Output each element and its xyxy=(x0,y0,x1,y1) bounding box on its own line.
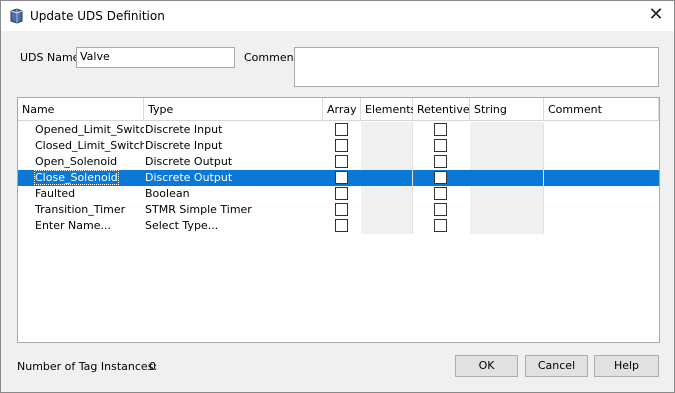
dialog-window: Update UDS Definition ✕ UDS Name Valve C… xyxy=(0,0,675,393)
array-cell xyxy=(323,202,361,218)
member-name-cell[interactable]: Closed_Limit_Switch xyxy=(18,138,144,154)
retentive-cell xyxy=(413,170,470,186)
retentive-checkbox[interactable] xyxy=(434,155,447,168)
array-cell xyxy=(323,122,361,138)
array-checkbox[interactable] xyxy=(335,123,348,136)
uds-name-label: UDS Name xyxy=(20,51,80,64)
member-name-cell[interactable]: Enter Name... xyxy=(18,218,144,234)
retentive-cell xyxy=(413,202,470,218)
comment-input[interactable] xyxy=(294,47,659,87)
retentive-checkbox[interactable] xyxy=(434,171,447,184)
elements-cell[interactable] xyxy=(361,154,413,170)
member-name-cell[interactable]: Open_Solenoid xyxy=(18,154,144,170)
member-name: Opened_Limit_Switch xyxy=(35,123,144,136)
array-cell xyxy=(323,170,361,186)
column-elements-header[interactable]: Elements xyxy=(361,98,416,121)
string-length-cell[interactable] xyxy=(470,218,544,234)
member-name: Transition_Timer xyxy=(35,203,126,216)
string-length-cell[interactable] xyxy=(470,122,544,138)
retentive-checkbox[interactable] xyxy=(434,203,447,216)
elements-cell[interactable] xyxy=(361,202,413,218)
array-checkbox[interactable] xyxy=(335,203,348,216)
comment-cell[interactable] xyxy=(544,170,659,186)
table-row[interactable]: Faulted Boolean xyxy=(18,186,659,202)
array-cell xyxy=(323,138,361,154)
member-type-cell[interactable]: Select Type... xyxy=(144,218,323,234)
comment-cell[interactable] xyxy=(544,122,659,138)
member-type-cell[interactable]: Discrete Input xyxy=(144,122,323,138)
array-cell xyxy=(323,218,361,234)
close-icon[interactable]: ✕ xyxy=(646,5,666,25)
retentive-checkbox[interactable] xyxy=(434,219,447,232)
column-string-length-header[interactable]: String Length xyxy=(470,98,544,139)
array-checkbox[interactable] xyxy=(335,187,348,200)
cancel-button[interactable]: Cancel xyxy=(525,355,588,377)
string-length-cell[interactable] xyxy=(470,202,544,218)
retentive-cell xyxy=(413,138,470,154)
uds-name-input[interactable]: Valve xyxy=(76,47,235,68)
retentive-checkbox[interactable] xyxy=(434,139,447,152)
window-title: Update UDS Definition xyxy=(30,9,165,23)
array-checkbox[interactable] xyxy=(335,155,348,168)
string-length-cell[interactable] xyxy=(470,154,544,170)
column-array-header[interactable]: Array xyxy=(323,98,361,121)
member-type-cell[interactable]: Discrete Output xyxy=(144,170,323,186)
member-name: Closed_Limit_Switch xyxy=(35,139,144,152)
table-row[interactable]: Enter Name... Select Type... xyxy=(18,218,659,234)
member-type-cell[interactable]: STMR Simple Timer xyxy=(144,202,323,218)
member-name: Open_Solenoid xyxy=(35,155,118,168)
title-bar: Update UDS Definition ✕ xyxy=(1,1,674,31)
help-button[interactable]: Help xyxy=(594,355,659,377)
array-checkbox[interactable] xyxy=(335,171,348,184)
tag-instances-value: 0 xyxy=(149,360,156,373)
table-row[interactable]: Open_Solenoid Discrete Output xyxy=(18,154,659,170)
array-cell xyxy=(323,186,361,202)
table-row[interactable]: Close_Solenoid Discrete Output xyxy=(18,170,659,186)
elements-cell[interactable] xyxy=(361,186,413,202)
member-table: NameTypeArrayElementsRetentiveString Len… xyxy=(17,97,660,343)
array-cell xyxy=(323,154,361,170)
uds-app-icon xyxy=(10,8,23,24)
elements-cell[interactable] xyxy=(361,138,413,154)
member-name-cell[interactable]: Transition_Timer xyxy=(18,202,144,218)
elements-cell[interactable] xyxy=(361,170,413,186)
comment-label: Comment xyxy=(244,51,298,64)
retentive-checkbox[interactable] xyxy=(434,187,447,200)
retentive-checkbox[interactable] xyxy=(434,123,447,136)
elements-cell[interactable] xyxy=(361,122,413,138)
comment-cell[interactable] xyxy=(544,154,659,170)
tag-instances-label: Number of Tag Instances: xyxy=(17,360,158,373)
table-row[interactable]: Opened_Limit_Switch Discrete Input xyxy=(18,122,659,138)
member-name-cell[interactable]: Opened_Limit_Switch xyxy=(18,122,144,138)
member-name-cell[interactable]: Faulted xyxy=(18,186,144,202)
member-type-cell[interactable]: Discrete Input xyxy=(144,138,323,154)
ok-button[interactable]: OK xyxy=(455,355,518,377)
elements-cell[interactable] xyxy=(361,218,413,234)
retentive-cell xyxy=(413,154,470,170)
retentive-cell xyxy=(413,218,470,234)
column-type-header[interactable]: Type xyxy=(144,98,323,121)
array-checkbox[interactable] xyxy=(335,219,348,232)
table-row[interactable]: Closed_Limit_Switch Discrete Input xyxy=(18,138,659,154)
member-name: Close_Solenoid xyxy=(34,170,119,185)
string-length-cell[interactable] xyxy=(470,138,544,154)
string-length-cell[interactable] xyxy=(470,186,544,202)
comment-cell[interactable] xyxy=(544,202,659,218)
table-row[interactable]: Transition_Timer STMR Simple Timer xyxy=(18,202,659,218)
column-comment-header[interactable]: Comment xyxy=(544,98,659,121)
member-name: Enter Name... xyxy=(35,219,111,232)
member-name-cell[interactable]: Close_Solenoid xyxy=(18,170,144,186)
member-type-cell[interactable]: Discrete Output xyxy=(144,154,323,170)
comment-cell[interactable] xyxy=(544,138,659,154)
retentive-cell xyxy=(413,186,470,202)
string-length-cell[interactable] xyxy=(470,170,544,186)
retentive-cell xyxy=(413,122,470,138)
member-type-cell[interactable]: Boolean xyxy=(144,186,323,202)
comment-cell[interactable] xyxy=(544,186,659,202)
column-retentive-header[interactable]: Retentive xyxy=(413,98,470,121)
array-checkbox[interactable] xyxy=(335,139,348,152)
column-name-header[interactable]: Name xyxy=(18,98,144,121)
comment-cell[interactable] xyxy=(544,218,659,234)
member-name: Faulted xyxy=(35,187,76,200)
